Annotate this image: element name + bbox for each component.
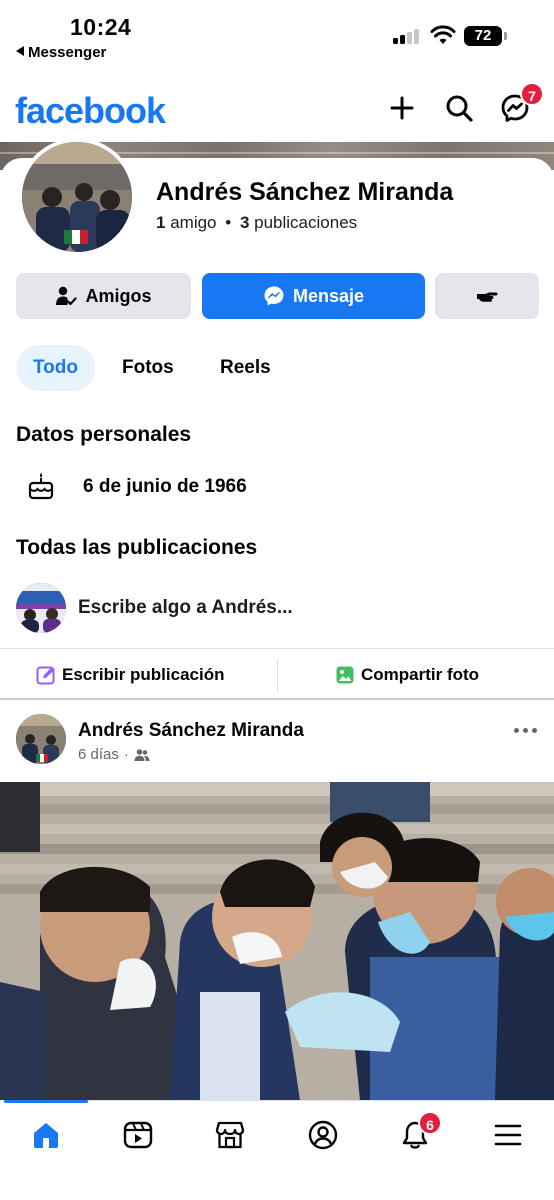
message-button[interactable]: Mensaje xyxy=(202,273,425,319)
post-meta-separator: · xyxy=(123,746,129,763)
birthday-cake-icon xyxy=(28,473,54,500)
composer-actions: Escribir publicación Compartir foto xyxy=(0,648,554,700)
post-time[interactable]: 6 días xyxy=(78,746,119,763)
posts-label: publicaciones xyxy=(254,213,358,232)
status-bar: 10:24 Messenger 72 xyxy=(0,0,554,70)
facebook-logo[interactable]: facebook xyxy=(15,90,166,132)
notifications-badge: 6 xyxy=(418,1111,442,1135)
menu-icon[interactable] xyxy=(492,1119,524,1151)
all-posts-title: Todas las publicaciones xyxy=(16,536,258,559)
profile-photo-image xyxy=(22,142,132,252)
profile-avatar[interactable] xyxy=(18,138,136,256)
profile-stats: 1 amigo • 3 publicaciones xyxy=(156,213,357,233)
post-author-avatar[interactable] xyxy=(16,714,66,764)
post-author-name[interactable]: Andrés Sánchez Miranda xyxy=(78,720,304,742)
composer-input[interactable]: Escribe algo a Andrés... xyxy=(78,597,293,619)
cellular-signal-icon xyxy=(393,28,423,44)
friends-button[interactable]: Amigos xyxy=(16,273,191,319)
post-meta: 6 días · xyxy=(78,746,150,763)
poke-button[interactable] xyxy=(435,273,539,319)
posts-count: 3 xyxy=(239,213,250,232)
post-photo[interactable] xyxy=(0,782,554,1100)
back-app-label: Messenger xyxy=(28,44,107,61)
video-icon[interactable] xyxy=(122,1119,154,1151)
personal-details-title: Datos personales xyxy=(16,423,192,446)
plus-icon[interactable] xyxy=(386,92,418,124)
app-header: facebook 7 xyxy=(0,70,554,142)
marketplace-icon[interactable] xyxy=(214,1119,246,1151)
write-post-label: Escribir publicación xyxy=(62,665,225,684)
home-icon[interactable] xyxy=(30,1119,62,1151)
composer-avatar[interactable] xyxy=(16,583,66,633)
profile-icon[interactable] xyxy=(307,1119,339,1151)
friends-label[interactable]: amigo xyxy=(170,213,216,232)
tab-reels[interactable]: Reels xyxy=(220,345,271,391)
photo-icon xyxy=(336,666,354,684)
composer-avatar-image xyxy=(16,583,66,633)
messenger-badge: 7 xyxy=(520,82,544,106)
battery-indicator: 72 xyxy=(464,26,507,46)
back-to-app-link[interactable]: Messenger xyxy=(16,44,106,61)
search-icon[interactable] xyxy=(443,92,475,124)
messenger-icon xyxy=(264,286,284,306)
friends-count: 1 xyxy=(156,213,166,232)
stats-separator: • xyxy=(225,213,232,232)
share-photo-button[interactable]: Compartir foto xyxy=(335,649,479,701)
back-arrow-icon xyxy=(16,46,24,56)
active-tab-indicator xyxy=(4,1100,88,1103)
status-time: 10:24 xyxy=(70,14,132,40)
poke-hand-icon xyxy=(477,292,498,302)
profile-name: Andrés Sánchez Miranda xyxy=(156,178,454,206)
friend-check-icon xyxy=(56,286,78,306)
tab-fotos[interactable]: Fotos xyxy=(122,345,174,391)
friends-button-label: Amigos xyxy=(85,285,152,306)
tab-todo[interactable]: Todo xyxy=(16,345,95,391)
bottom-navigation: 6 xyxy=(0,1100,554,1200)
wifi-icon xyxy=(430,25,456,44)
post-more-icon[interactable] xyxy=(514,728,538,734)
message-button-label: Mensaje xyxy=(292,285,365,306)
post-photo-image xyxy=(0,782,554,1100)
birthday-text: 6 de junio de 1966 xyxy=(83,476,247,497)
action-divider xyxy=(277,659,278,691)
write-post-button[interactable]: Escribir publicación xyxy=(36,649,225,701)
share-photo-label: Compartir foto xyxy=(361,665,480,684)
edit-icon xyxy=(36,666,55,685)
friends-audience-icon xyxy=(134,748,150,761)
post-author-avatar-image xyxy=(16,714,66,764)
